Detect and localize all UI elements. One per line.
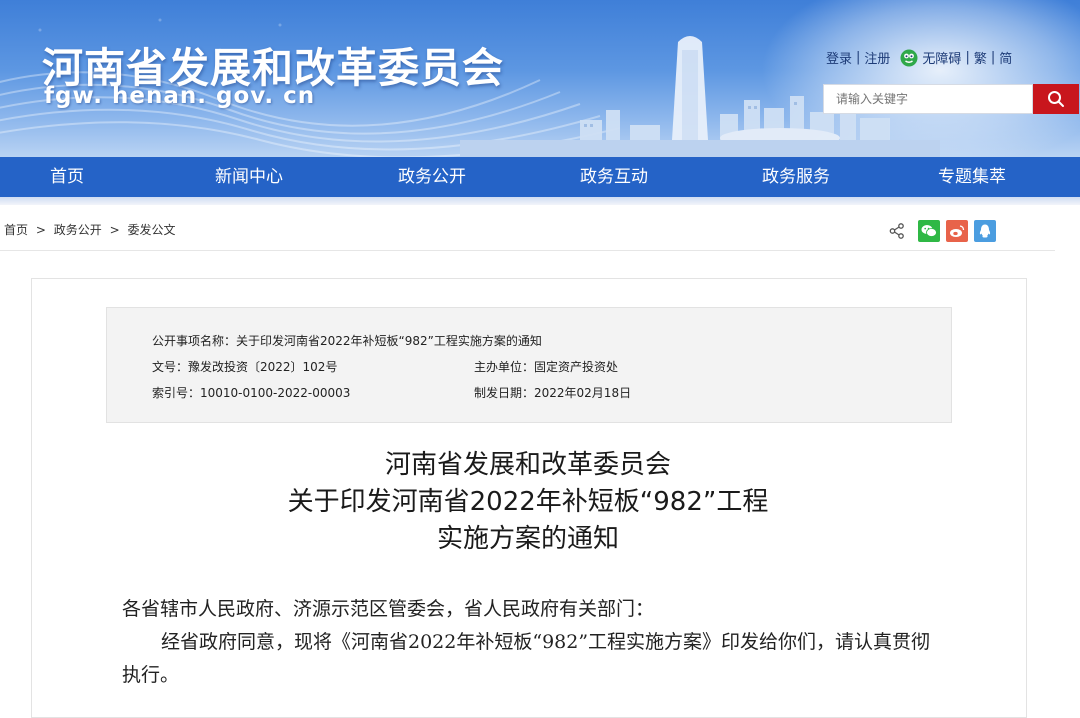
breadcrumb-official-documents[interactable]: 委发公文 [127,221,175,238]
share-qq-button[interactable] [974,220,996,242]
document-title-line-3: 实施方案的通知 [436,524,619,554]
link-separator: | [965,50,970,65]
breadcrumb-separator: > [109,223,120,237]
register-link[interactable]: 注册 [864,48,890,67]
simplified-chinese-link[interactable]: 简 [999,48,1012,67]
info-item-name: 公开事项名称：关于印发河南省2022年补短板“982”工程实施方案的通知 [152,334,542,348]
site-domain: fgw. henan. gov. cn [44,83,316,109]
share-icon [889,223,904,239]
share-wechat-button[interactable] [918,220,940,242]
link-separator: | [990,50,996,65]
site-header: 河南省发展和改革委员会 fgw. henan. gov. cn 登录 | 注册 … [0,0,1080,157]
document-title-line-1: 河南省发展和改革委员会 [384,450,671,480]
wechat-icon [921,225,937,237]
main-nav: 首页 新闻中心 政务公开 政务互动 政务服务 专题集萃 [0,157,1080,197]
nav-item-interaction[interactable]: 政务互动 [500,157,728,197]
info-index-number: 索引号：10010-0100-2022-00003 [152,386,351,400]
breadcrumb-separator: > [35,223,46,237]
breadcrumb: 首页 > 政务公开 > 委发公文 [4,221,175,238]
breadcrumb-home[interactable]: 首页 [4,221,28,238]
search-icon [1048,91,1064,107]
nav-item-services[interactable]: 政务服务 [728,157,864,197]
breadcrumb-government-affairs[interactable]: 政务公开 [54,221,102,238]
document-paragraph-line-1: 经省政府同意，现将《河南省2022年补短板“982”工程实施方案》印发给你们，请… [161,631,931,653]
nav-item-special-topics[interactable]: 专题集萃 [864,157,1080,197]
link-separator: | [856,50,861,65]
document-paragraph-line-2: 执行。 [122,664,180,686]
accessibility-link[interactable]: 无障碍 [922,48,961,67]
nav-item-news-center[interactable]: 新闻中心 [134,157,364,197]
nav-item-government-affairs[interactable]: 政务公开 [364,157,500,197]
info-host-unit: 主办单位：固定资产投资处 [474,360,619,374]
breadcrumb-divider [0,250,1055,251]
weibo-icon [950,225,965,237]
search-button[interactable] [1033,84,1079,114]
share-weibo-button[interactable] [946,220,968,242]
accessibility-icon[interactable] [900,49,918,67]
nav-bottom-strip [0,197,1080,205]
share-button[interactable] [886,220,908,242]
share-toolbar [886,219,996,243]
top-links: 登录 | 注册 无障碍 | 繁 | 简 [826,48,1012,67]
info-issue-date: 制发日期：2022年02月18日 [474,386,632,400]
info-document-number: 文号：豫发改投资〔2022〕102号 [152,360,338,374]
document-title-line-2: 关于印发河南省2022年补短板“982”工程 [287,487,769,517]
qq-icon [979,224,991,238]
document-info-box: 公开事项名称：关于印发河南省2022年补短板“982”工程实施方案的通知 文号：… [106,307,952,423]
nav-item-home[interactable]: 首页 [0,157,134,197]
search-input[interactable] [823,84,1033,114]
login-link[interactable]: 登录 [826,48,852,67]
traditional-chinese-link[interactable]: 繁 [974,48,987,67]
document-salutation: 各省辖市人民政府、济源示范区管委会，省人民政府有关部门： [122,598,655,620]
